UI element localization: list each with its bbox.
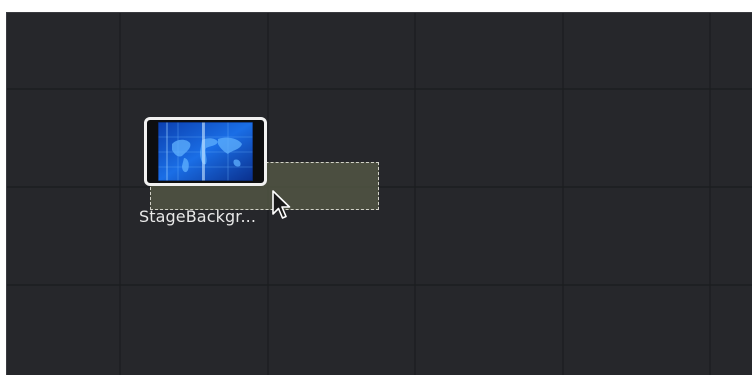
arrow-pointer-icon	[272, 190, 291, 219]
node-editor-canvas[interactable]: StageBackgr...	[6, 12, 752, 375]
node-stage-background[interactable]	[144, 117, 267, 186]
node-label[interactable]: StageBackgr...	[139, 207, 256, 226]
canvas-grid	[7, 13, 752, 375]
window-frame: StageBackgr...	[0, 0, 752, 375]
world-map-thumbnail	[158, 122, 253, 181]
